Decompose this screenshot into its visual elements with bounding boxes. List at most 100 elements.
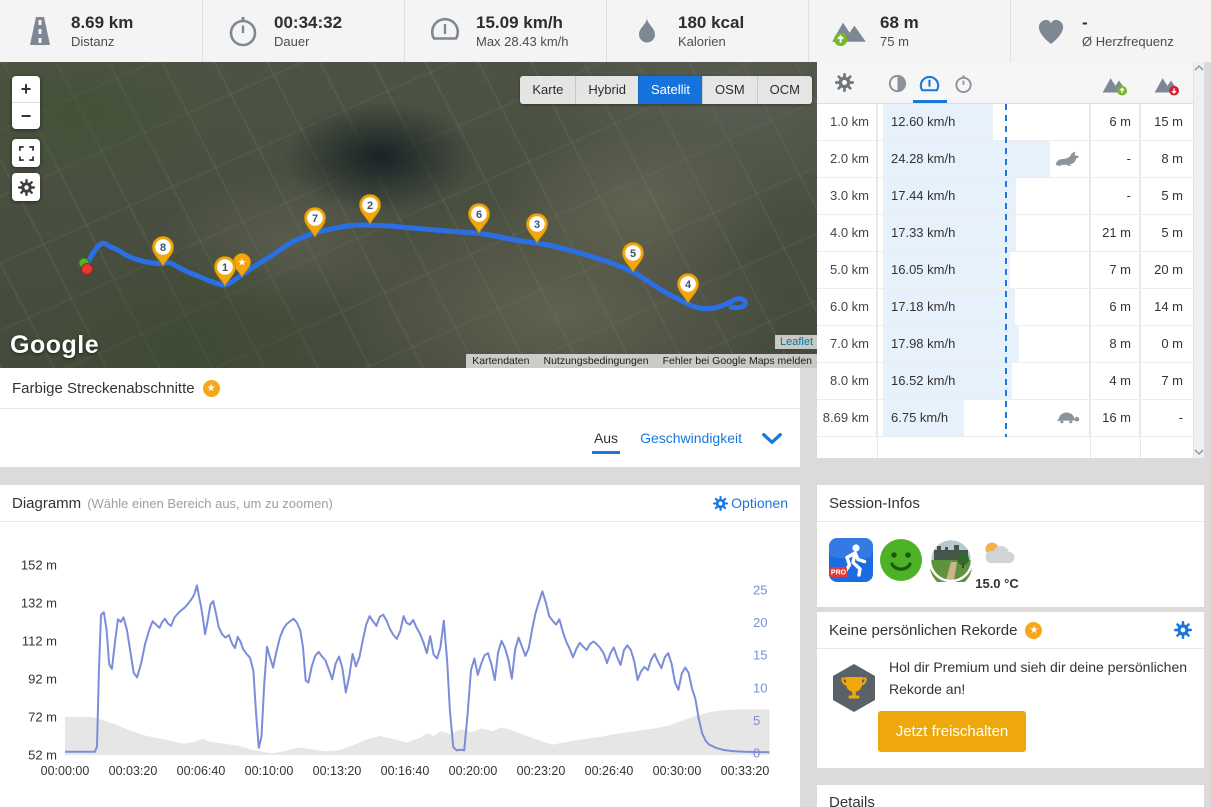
svg-text:7: 7 [312,213,318,225]
x-axis-tick: 00:33:20 [721,764,770,778]
split-speed-cell: 17.44 km/h [877,178,1090,214]
attribution-link[interactable]: Nutzungsbedingungen [543,355,648,367]
zoom-out-button[interactable]: − [12,103,40,129]
left-axis-tick: 112 m [22,634,57,649]
tab-duration-icon[interactable] [953,73,974,94]
scroll-up-icon[interactable] [1194,65,1204,71]
left-axis-tick: 52 m [28,748,57,763]
table-settings-gear-icon[interactable] [835,73,854,92]
split-speed-cell: 16.05 km/h [877,252,1090,288]
chart-title: Diagramm [12,494,82,512]
x-axis-tick: 00:00:00 [41,764,90,778]
records-header: Keine persönlichen Rekorde ★ [817,612,1204,649]
chart-header: Diagramm (Wähle einen Bereich aus, um zu… [0,485,800,522]
speedometer-icon [427,13,463,49]
session-info-title: Session-Infos [829,494,920,512]
flame-icon [629,13,665,49]
split-distance: 5.0 km [817,252,877,288]
stat-label: Dauer [274,33,310,49]
tab-pace-icon[interactable] [887,73,908,94]
active-tab-underline [913,100,947,103]
route-map[interactable]: ★ 8 1 7 2 6 3 5 4 + − Karte Hybrid Satellit OSM OCM … [0,62,818,368]
gear-icon [713,496,728,511]
records-settings-gear-icon[interactable] [1174,621,1192,639]
unlock-premium-button[interactable]: Jetzt freischalten [878,711,1026,752]
map-settings-button[interactable] [12,173,40,201]
runtastic-app-icon: PRO [829,538,873,582]
elevation-speed-chart[interactable]: 152 m 132 m 112 m 92 m 72 m 52 m 25 20 15 10 5 0 00:… [0,485,800,807]
split-speed-cell: 24.28 km/h [877,141,1090,177]
stat-value: - [1082,13,1088,33]
left-axis-tick: 132 m [21,596,57,611]
map-layer-karte[interactable]: Karte [520,76,576,104]
zoom-in-button[interactable]: + [12,76,40,103]
google-logo: Google [10,331,100,359]
stat-label: 75 m [880,33,909,49]
x-axis-tick: 00:30:00 [653,764,702,778]
map-zoom-control: + − [12,76,40,129]
right-axis-tick: 10 [753,680,767,695]
attribution-link[interactable]: Kartendaten [472,355,529,367]
svg-text:★: ★ [238,258,247,269]
tab-segments-speed[interactable]: Geschwindigkeit [640,430,742,446]
stat-elevation: 68 m 75 m [808,0,1010,62]
temperature-value: 15.0 °C [975,576,1019,591]
map-layer-hybrid[interactable]: Hybrid [575,76,638,104]
x-axis-tick: 00:10:00 [245,764,294,778]
tab-segments-off[interactable]: Aus [591,422,621,454]
tab-speed-icon[interactable] [917,73,942,96]
table-scrollbar[interactable] [1193,62,1204,458]
route-line [83,222,749,312]
split-elevation-loss: 7 m [1161,373,1183,388]
stat-calories: 180 kcal Kalorien [606,0,808,62]
route-icon [22,13,58,49]
map-layer-satellit[interactable]: Satellit [638,76,703,104]
split-elevation-gain: 8 m [1090,326,1140,362]
trophy-icon [831,663,877,713]
attribution-link[interactable]: Fehler bei Google Maps melden [663,355,812,367]
map-layer-osm[interactable]: OSM [702,76,757,104]
chevron-down-icon[interactable] [762,433,782,444]
records-panel: Keine persönlichen Rekorde ★ Hol dir Pre… [817,612,1204,768]
chart-options-label: Optionen [731,495,788,511]
fullscreen-button[interactable] [12,139,40,167]
left-axis-tick: 92 m [28,672,57,687]
stat-value: 68 m [880,13,919,33]
map-layer-ocm[interactable]: OCM [756,76,812,104]
split-distance: 2.0 km [817,141,877,177]
x-axis-tick: 00:20:00 [449,764,498,778]
pro-badge: PRO [831,570,847,577]
scroll-down-icon[interactable] [1194,449,1204,455]
km-marker[interactable]: 6 [468,203,490,234]
colored-segments-panel: Farbige Streckenabschnitte ★ Aus Geschwi… [0,368,800,467]
km-marker[interactable]: 2 [359,194,381,225]
stat-label: Max 28.43 km/h [476,33,569,49]
records-body: Hol dir Premium und sieh dir deine persö… [817,649,1204,767]
terrain-park-icon [929,538,973,582]
split-elevation-loss: 0 m [1161,336,1183,351]
turtle-icon [1054,409,1081,425]
split-distance: 6.0 km [817,289,877,325]
split-speed-cell: 17.33 km/h [877,215,1090,251]
km-marker[interactable]: 3 [526,213,548,244]
premium-star-icon: ★ [202,379,220,397]
split-elevation-gain: 16 m [1090,400,1140,436]
right-axis-tick: 20 [753,615,767,630]
rabbit-icon [1054,150,1081,167]
leaflet-attribution[interactable]: Leaflet [774,335,818,349]
split-speed: 17.33 km/h [891,225,956,240]
split-speed: 17.44 km/h [891,188,956,203]
column-elevation-loss-icon [1153,73,1181,96]
stat-label: Distanz [71,33,115,49]
split-speed: 6.75 km/h [891,410,949,425]
split-distance: 1.0 km [817,104,877,140]
records-promo-text: Hol dir Premium und sieh dir deine persö… [889,659,1188,697]
stat-label: Kalorien [678,33,726,49]
split-elevation-loss: 8 m [1161,151,1183,166]
chart-options-button[interactable]: Optionen [713,495,788,511]
split-distance: 8.0 km [817,363,877,399]
right-axis-tick: 15 [753,648,767,663]
activity-page: 8.69 km Distanz 00:34:32 Dauer 15.09 km/h M… [0,0,1211,807]
splits-table-panel: 1.0 km 12.60 km/h 6 m 15 m 2.0 km 24.28 km/h -… [817,62,1204,458]
stats-bar: 8.69 km Distanz 00:34:32 Dauer 15.09 km/h M… [0,0,1211,63]
